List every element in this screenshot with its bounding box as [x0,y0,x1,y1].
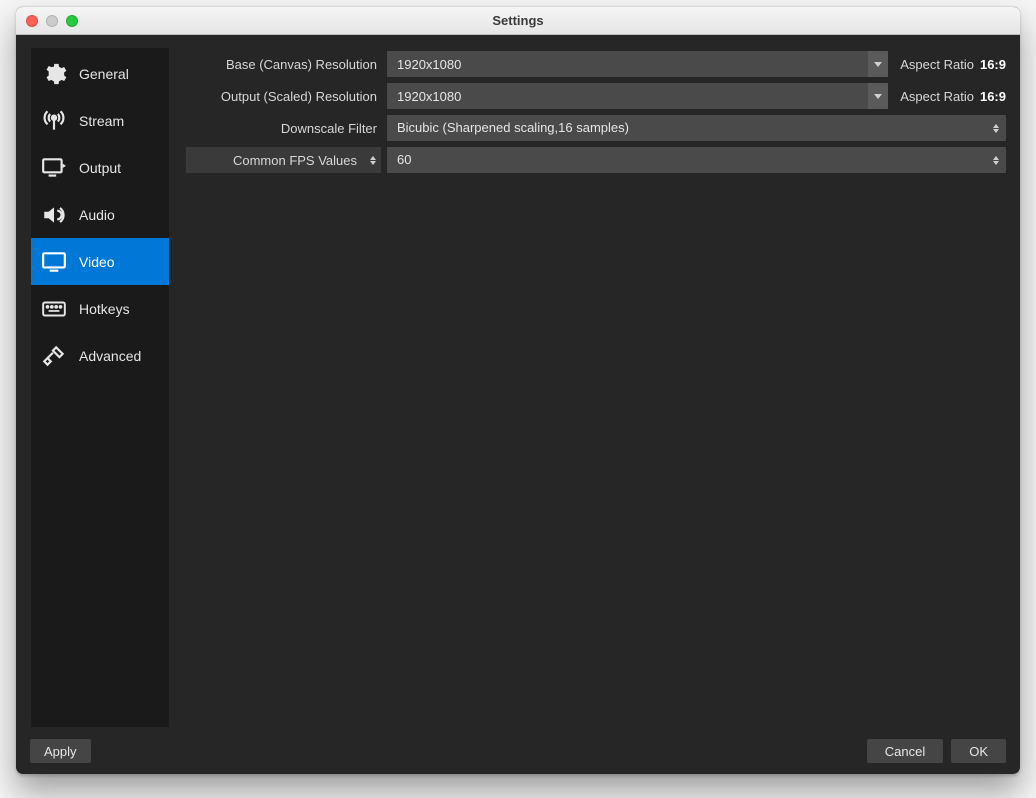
video-settings-panel: Base (Canvas) Resolution Aspect Ratio 16… [186,47,1006,728]
sidebar-item-advanced[interactable]: Advanced [31,332,169,379]
settings-sidebar: General Stream Output [30,47,170,728]
close-window-button[interactable] [26,15,38,27]
fps-mode-label: Common FPS Values [186,147,365,173]
sidebar-item-general[interactable]: General [31,50,169,97]
settings-window: Settings General Stream [16,6,1020,774]
sidebar-item-label: General [79,66,129,82]
apply-button[interactable]: Apply [30,739,91,763]
output-resolution-field[interactable] [387,83,888,109]
ok-button[interactable]: OK [951,739,1006,763]
output-aspect-value: 16:9 [980,89,1006,104]
tools-icon [39,343,69,369]
row-downscale-filter: Downscale Filter Bicubic (Sharpened scal… [186,115,1006,141]
chevron-up-icon [993,156,999,160]
base-aspect-value: 16:9 [980,57,1006,72]
titlebar: Settings [16,7,1020,35]
chevron-down-icon [874,62,882,67]
sidebar-item-label: Advanced [79,348,141,364]
sidebar-item-label: Video [79,254,115,270]
speaker-icon [39,202,69,228]
chevron-down-icon [993,129,999,133]
sidebar-item-output[interactable]: Output [31,144,169,191]
cancel-button[interactable]: Cancel [867,739,943,763]
fps-value-stepper[interactable] [990,156,1006,165]
sidebar-item-hotkeys[interactable]: Hotkeys [31,285,169,332]
sidebar-item-stream[interactable]: Stream [31,97,169,144]
antenna-icon [39,108,69,134]
output-resolution-label: Output (Scaled) Resolution [186,89,381,104]
sidebar-item-label: Output [79,160,121,176]
output-aspect-label: Aspect Ratio [894,89,974,104]
row-output-resolution: Output (Scaled) Resolution Aspect Ratio … [186,83,1006,109]
body: General Stream Output [30,47,1006,728]
chevron-down-icon [874,94,882,99]
gear-icon [39,61,69,87]
monitor-icon [39,249,69,275]
base-resolution-field[interactable] [387,51,888,77]
row-base-resolution: Base (Canvas) Resolution Aspect Ratio 16… [186,51,1006,77]
window-controls [26,15,78,27]
downscale-filter-select[interactable]: Bicubic (Sharpened scaling,16 samples) [387,115,1006,141]
window-title: Settings [16,13,1020,28]
downscale-filter-stepper[interactable] [990,124,1006,133]
dialog-footer: Apply Cancel OK [30,728,1006,764]
fps-value: 60 [387,147,990,173]
output-resolution-input[interactable] [387,83,868,109]
chevron-down-icon [993,161,999,165]
output-resolution-dropdown-button[interactable] [868,83,888,109]
fps-mode-select[interactable]: Common FPS Values [186,147,381,173]
chevron-down-icon [370,161,376,165]
sidebar-item-label: Stream [79,113,124,129]
sidebar-item-audio[interactable]: Audio [31,191,169,238]
minimize-window-button[interactable] [46,15,58,27]
sidebar-item-label: Audio [79,207,115,223]
zoom-window-button[interactable] [66,15,78,27]
downscale-filter-label: Downscale Filter [186,121,381,136]
fps-value-select[interactable]: 60 [387,147,1006,173]
output-monitor-icon [39,155,69,181]
downscale-filter-value: Bicubic (Sharpened scaling,16 samples) [387,115,990,141]
base-resolution-label: Base (Canvas) Resolution [186,57,381,72]
chevron-up-icon [370,156,376,160]
base-aspect-label: Aspect Ratio [894,57,974,72]
chevron-up-icon [993,124,999,128]
base-resolution-dropdown-button[interactable] [868,51,888,77]
video-form: Base (Canvas) Resolution Aspect Ratio 16… [186,51,1006,173]
sidebar-item-video[interactable]: Video [31,238,169,285]
content-area: General Stream Output [16,35,1020,774]
base-resolution-input[interactable] [387,51,868,77]
fps-mode-stepper[interactable] [365,147,381,173]
row-fps: Common FPS Values 60 [186,147,1006,173]
keyboard-icon [39,296,69,322]
sidebar-item-label: Hotkeys [79,301,130,317]
